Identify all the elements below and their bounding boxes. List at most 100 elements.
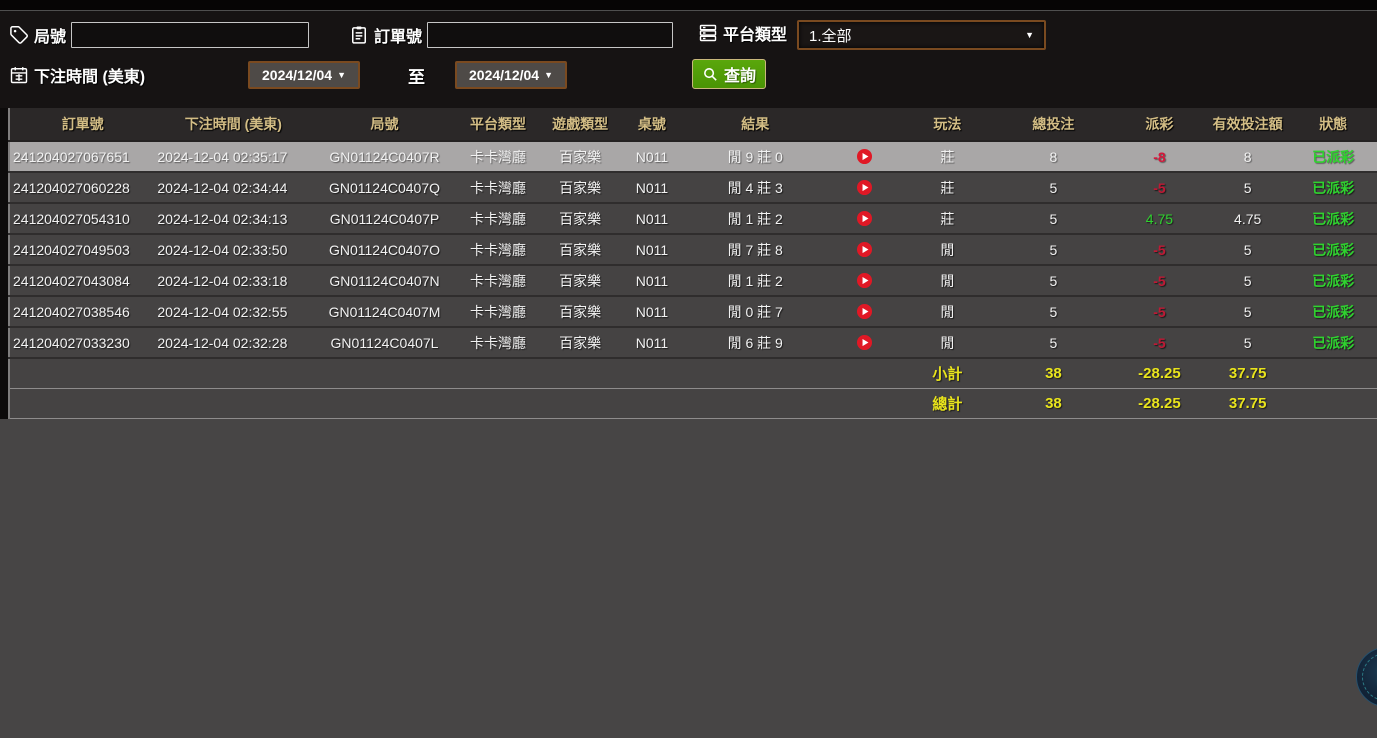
cell-valid-bet: 8 — [1206, 141, 1289, 172]
total-total-bet: 38 — [994, 389, 1113, 419]
cell-video — [828, 234, 901, 265]
cell-game-type: 百家樂 — [538, 141, 621, 172]
play-video-button[interactable] — [855, 178, 874, 197]
table-row[interactable]: 2412040270495032024-12-04 02:33:50GN0112… — [9, 234, 1377, 265]
cell-result: 閒 1 莊 2 — [682, 203, 828, 234]
chevron-down-icon: ▼ — [544, 70, 553, 80]
play-video-button[interactable] — [855, 271, 874, 290]
cell-status: 已派彩 — [1289, 172, 1377, 203]
cell-payout: 4.75 — [1113, 203, 1206, 234]
date-to-picker[interactable]: 2024/12/04 ▼ — [455, 61, 567, 89]
round-filter-group: 局號 — [8, 22, 309, 48]
play-icon — [855, 271, 874, 290]
cell-table-no: N011 — [622, 265, 682, 296]
cell-bet-time: 2024-12-04 02:33:18 — [155, 265, 311, 296]
cell-payout: -5 — [1113, 172, 1206, 203]
platform-type-select[interactable]: 1.全部 ▼ — [797, 20, 1046, 50]
cell-video — [828, 296, 901, 327]
cell-total-bet: 8 — [994, 141, 1113, 172]
cell-video — [828, 265, 901, 296]
total-payout: -28.25 — [1113, 389, 1206, 419]
cell-round-no: GN01124C0407M — [311, 296, 457, 327]
cell-status: 已派彩 — [1289, 141, 1377, 172]
cell-game-type: 百家樂 — [538, 203, 621, 234]
filter-panel: 局號 訂單號 平台類型 — [0, 11, 1377, 108]
cell-platform: 卡卡灣廳 — [458, 296, 539, 327]
total-status-spacer — [1289, 389, 1377, 419]
table-row[interactable]: 2412040270430842024-12-04 02:33:18GN0112… — [9, 265, 1377, 296]
platform-filter-group: 平台類型 — [697, 21, 787, 45]
search-button[interactable]: 查詢 — [692, 59, 766, 89]
total-valid-bet: 37.75 — [1206, 389, 1289, 419]
play-video-button[interactable] — [855, 302, 874, 321]
cell-payout: -8 — [1113, 141, 1206, 172]
col-header-order-no: 訂單號 — [9, 108, 155, 141]
date-from-picker[interactable]: 2024/12/04 ▼ — [248, 61, 360, 89]
chevron-down-icon: ▼ — [337, 70, 346, 80]
cell-platform: 卡卡灣廳 — [458, 234, 539, 265]
total-row: 總計 38 -28.25 37.75 — [9, 389, 1377, 419]
col-header-table-no: 桌號 — [622, 108, 682, 141]
clipboard-icon — [348, 25, 369, 46]
cell-total-bet: 5 — [994, 203, 1113, 234]
cell-order-no: 241204027038546 — [9, 296, 155, 327]
total-spacer — [9, 389, 901, 419]
cell-payout: -5 — [1113, 327, 1206, 358]
cell-play: 閒 — [901, 234, 994, 265]
play-icon — [855, 333, 874, 352]
bet-time-label: 下注時間 (美東) — [34, 63, 145, 87]
table-row[interactable]: 2412040270676512024-12-04 02:35:17GN0112… — [9, 141, 1377, 172]
tag-icon — [8, 25, 29, 46]
to-label: 至 — [408, 63, 425, 88]
cell-video — [828, 141, 901, 172]
table-row[interactable]: 2412040270543102024-12-04 02:34:13GN0112… — [9, 203, 1377, 234]
play-video-button[interactable] — [855, 209, 874, 228]
subtotal-status-spacer — [1289, 358, 1377, 389]
col-header-result: 結果 — [682, 108, 828, 141]
calendar-icon — [8, 65, 29, 86]
cell-play: 莊 — [901, 203, 994, 234]
play-video-button[interactable] — [855, 333, 874, 352]
cell-result: 閒 1 莊 2 — [682, 265, 828, 296]
col-header-game-type: 遊戲類型 — [538, 108, 621, 141]
cell-round-no: GN01124C0407Q — [311, 172, 457, 203]
col-header-payout: 派彩 — [1113, 108, 1206, 141]
cell-status: 已派彩 — [1289, 296, 1377, 327]
order-history-page: 局號 訂單號 平台類型 — [0, 0, 1377, 738]
cell-round-no: GN01124C0407O — [311, 234, 457, 265]
cell-order-no: 241204027067651 — [9, 141, 155, 172]
cell-table-no: N011 — [622, 141, 682, 172]
table-row[interactable]: 2412040270602282024-12-04 02:34:44GN0112… — [9, 172, 1377, 203]
cell-order-no: 241204027033230 — [9, 327, 155, 358]
orders-table: 訂單號 下注時間 (美東) 局號 平台類型 遊戲類型 桌號 結果 玩法 總投注 … — [8, 108, 1377, 419]
round-input[interactable] — [71, 22, 309, 48]
col-header-valid-bet: 有效投注額 — [1206, 108, 1289, 141]
play-icon — [855, 147, 874, 166]
top-strip — [0, 0, 1377, 11]
cell-play: 閒 — [901, 265, 994, 296]
col-header-video — [828, 108, 901, 141]
subtotal-valid-bet: 37.75 — [1206, 358, 1289, 389]
cell-game-type: 百家樂 — [538, 327, 621, 358]
cell-play: 莊 — [901, 172, 994, 203]
cell-game-type: 百家樂 — [538, 234, 621, 265]
bet-time-filter-group: 下注時間 (美東) — [8, 63, 145, 87]
table-row[interactable]: 2412040270385462024-12-04 02:32:55GN0112… — [9, 296, 1377, 327]
cell-platform: 卡卡灣廳 — [458, 265, 539, 296]
order-input[interactable] — [427, 22, 673, 48]
cell-total-bet: 5 — [994, 172, 1113, 203]
cell-platform: 卡卡灣廳 — [458, 203, 539, 234]
cell-game-type: 百家樂 — [538, 296, 621, 327]
cell-total-bet: 5 — [994, 265, 1113, 296]
order-label: 訂單號 — [374, 23, 422, 47]
play-video-button[interactable] — [855, 240, 874, 259]
chevron-down-icon: ▼ — [1025, 30, 1034, 40]
cell-valid-bet: 5 — [1206, 296, 1289, 327]
cell-video — [828, 327, 901, 358]
date-from-value: 2024/12/04 — [262, 67, 332, 83]
play-video-button[interactable] — [855, 147, 874, 166]
table-body: 2412040270676512024-12-04 02:35:17GN0112… — [9, 141, 1377, 358]
cell-bet-time: 2024-12-04 02:32:55 — [155, 296, 311, 327]
table-row[interactable]: 2412040270332302024-12-04 02:32:28GN0112… — [9, 327, 1377, 358]
cell-bet-time: 2024-12-04 02:35:17 — [155, 141, 311, 172]
